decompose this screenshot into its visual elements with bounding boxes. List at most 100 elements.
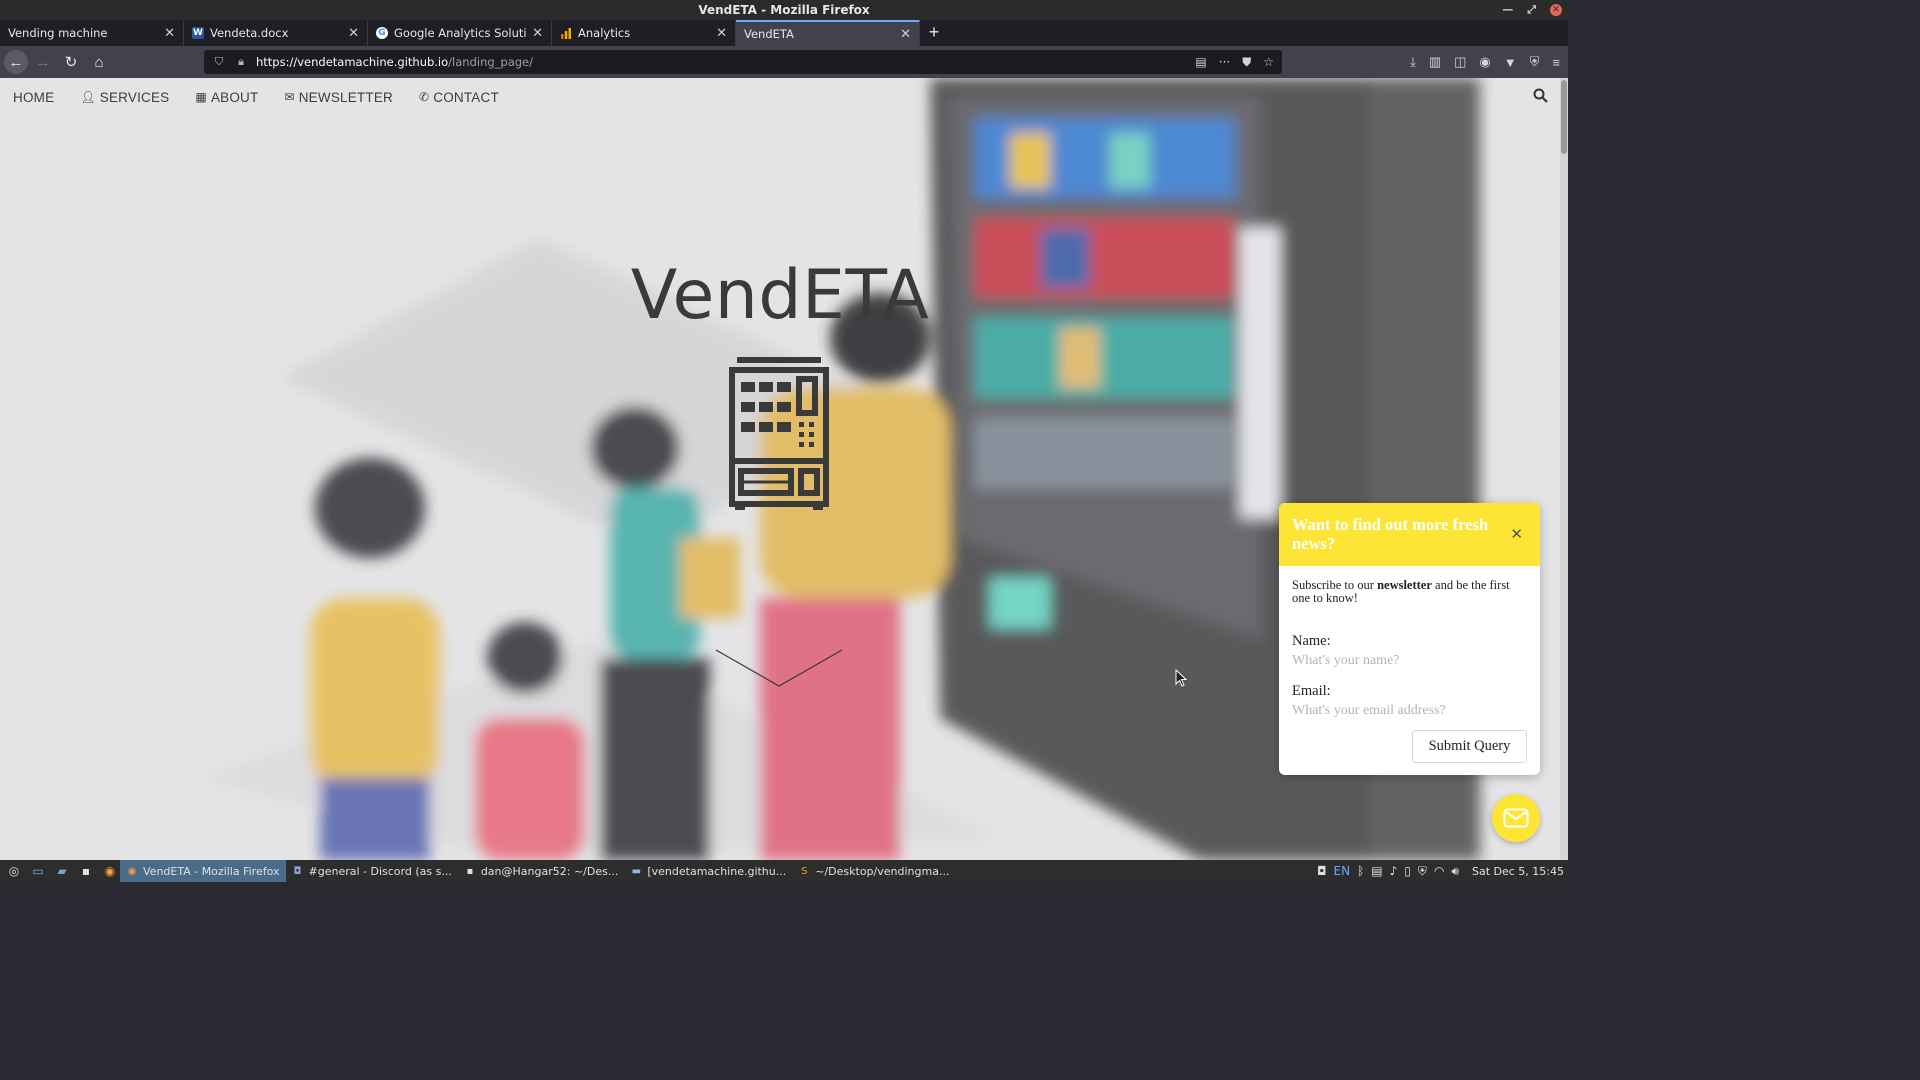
show-desktop-icon[interactable]: ▭ (28, 861, 48, 881)
back-icon[interactable]: ← (4, 50, 28, 74)
url-bar[interactable]: ⛉ 🔒︎ https://vendetamachine.github.io/la… (204, 50, 1282, 74)
minimize-icon[interactable]: — (1502, 0, 1513, 20)
new-tab-icon[interactable]: + (920, 20, 948, 46)
google-icon: G (376, 27, 388, 39)
submit-query-button[interactable]: Submit Query (1412, 730, 1527, 763)
close-window-icon[interactable]: ✕ (1550, 4, 1562, 16)
tab-analytics[interactable]: Analytics ✕ (552, 20, 736, 46)
nav-toolbar: ← → ↻ ⌂ ⛉ 🔒︎ https://vendetamachine.gith… (0, 46, 1568, 78)
volume-icon[interactable]: 🔊︎ (1451, 864, 1459, 879)
popup-heading: Want to find out more fresh news? (1279, 503, 1540, 566)
pocket-icon[interactable]: ⛊ (1242, 55, 1251, 70)
folder-icon: ▬ (631, 865, 642, 877)
site-navigation: HOME 👤︎ SERVICES ▦ ABOUT ✉ NEWSLETTER ✆ CONT… (0, 78, 1560, 116)
taskbar-task-firefox[interactable]: ◉ VendETA - Mozilla Firefox (120, 860, 286, 882)
sidebar-icon[interactable]: ◫ (1454, 54, 1466, 70)
phone-icon: ✆ (418, 90, 430, 104)
word-icon: W (192, 27, 204, 39)
tab-strip: Vending machine ✕ W Vendeta.docx ✕ G Goo… (0, 20, 1568, 46)
discord-tray-icon[interactable]: ◘ (1317, 864, 1327, 878)
tab-close-icon[interactable]: ✕ (164, 26, 175, 41)
battery-icon[interactable]: ▯ (1404, 864, 1411, 878)
newsletter-fab-button[interactable] (1492, 794, 1540, 842)
search-icon[interactable] (1533, 88, 1548, 107)
tab-label: VendETA (744, 27, 794, 41)
taskbar-task-discord[interactable]: ◘ #general - Discord (as s... (286, 860, 458, 882)
nav-services-link[interactable]: 👤︎ SERVICES (80, 90, 169, 105)
clipboard-icon[interactable]: ▤ (1371, 864, 1382, 878)
page-scrollbar[interactable] (1560, 78, 1568, 860)
tab-close-icon[interactable]: ✕ (716, 26, 727, 41)
bluetooth-icon[interactable]: ᛒ (1357, 864, 1364, 878)
start-menu-icon[interactable]: ◎ (4, 861, 24, 881)
terminal-icon[interactable]: ▪ (76, 861, 96, 881)
keyboard-layout-indicator[interactable]: EN (1334, 864, 1351, 878)
tab-close-icon[interactable]: ✕ (532, 26, 543, 41)
taskbar-task-editor[interactable]: S ~/Desktop/vendingma... (792, 860, 955, 882)
tab-google-analytics-solutions[interactable]: G Google Analytics Solutions ✕ (368, 20, 552, 46)
taskbar: ◎ ▭ ▰ ▪ ◉ ◉ VendETA - Mozilla Firefox ◘ … (0, 860, 1568, 882)
window-titlebar: VendETA - Mozilla Firefox — ⤢ ✕ (0, 0, 1568, 20)
clock[interactable]: Sat Dec 5, 15:45 (1472, 865, 1564, 878)
nav-home-link[interactable]: HOME (13, 90, 54, 105)
discord-icon: ◘ (293, 865, 302, 877)
web-page: HOME 👤︎ SERVICES ▦ ABOUT ✉ NEWSLETTER ✆ CONT… (0, 78, 1568, 860)
grid-icon: ▦ (195, 90, 207, 104)
email-input[interactable] (1292, 703, 1522, 719)
url-actions: ▤ ··· ⛊ ☆ (1195, 50, 1274, 74)
file-manager-icon[interactable]: ▰ (52, 861, 72, 881)
tab-label: Vending machine (8, 26, 108, 40)
window-title: VendETA - Mozilla Firefox (698, 3, 870, 17)
lock-icon[interactable]: 🔒︎ (234, 55, 248, 69)
analytics-icon (560, 27, 572, 39)
tab-label: Google Analytics Solutions (394, 26, 527, 40)
sublime-icon: S (801, 865, 808, 877)
name-input[interactable] (1292, 653, 1522, 669)
tab-label: Analytics (578, 26, 631, 40)
account-icon[interactable]: ◉ (1479, 54, 1490, 70)
tab-close-icon[interactable]: ✕ (348, 26, 359, 41)
popup-close-icon[interactable]: ✕ (1510, 525, 1523, 544)
page-actions-icon[interactable]: ··· (1219, 55, 1230, 69)
popup-description: Subscribe to our newsletter and be the f… (1292, 578, 1510, 605)
extension-shield-icon[interactable]: ⛨ (1530, 54, 1540, 70)
microphone-icon[interactable]: ♪ (1390, 864, 1398, 878)
system-tray: ◘ EN ᛒ ▤ ♪ ▯ ⛨ ◠ 🔊︎ Sat Dec 5, 15:45 (1317, 860, 1564, 882)
wifi-icon[interactable]: ◠ (1434, 864, 1444, 878)
nav-newsletter-link[interactable]: ✉ NEWSLETTER (284, 90, 393, 105)
downloads-icon[interactable]: ⤓ (1410, 54, 1416, 70)
shield-icon[interactable]: ⛨ (1418, 864, 1427, 879)
newsletter-popup: Want to find out more fresh news? ✕ Subs… (1279, 503, 1540, 775)
url-text[interactable]: https://vendetamachine.github.io/landing… (256, 55, 533, 69)
toolbar-right: ⤓ ▥ ◫ ◉ ▼ ⛨ ≡ (1410, 46, 1560, 78)
tracking-protection-icon[interactable]: ⛉ (212, 55, 226, 69)
firefox-launcher-icon[interactable]: ◉ (100, 861, 120, 881)
window-controls: — ⤢ ✕ (1502, 0, 1562, 20)
scroll-down-chevron-icon[interactable] (714, 646, 844, 690)
bookmark-star-icon[interactable]: ☆ (1263, 55, 1274, 69)
forward-icon[interactable]: → (30, 49, 56, 75)
restore-icon[interactable]: ⤢ (1527, 0, 1536, 20)
name-label: Name: (1292, 633, 1331, 649)
taskbar-task-folder[interactable]: ▬ [vendetamachine.githu... (624, 860, 792, 882)
taskbar-task-terminal[interactable]: ▪ dan@Hangar52: ~/Des... (458, 860, 625, 882)
tab-vending-machine[interactable]: Vending machine ✕ (0, 20, 184, 46)
library-icon[interactable]: ▥ (1429, 54, 1441, 70)
tab-label: Vendeta.docx (210, 26, 289, 40)
email-label: Email: (1292, 683, 1331, 699)
scrollbar-thumb[interactable] (1561, 80, 1567, 154)
vue-devtools-icon[interactable]: ▼ (1504, 55, 1517, 70)
nav-about-link[interactable]: ▦ ABOUT (195, 90, 258, 105)
tab-vendeta[interactable]: VendETA ✕ (736, 20, 920, 46)
menu-icon[interactable]: ≡ (1552, 55, 1560, 70)
nav-contact-link[interactable]: ✆ CONTACT (419, 90, 499, 105)
firefox-icon: ◉ (127, 865, 137, 877)
tab-close-icon[interactable]: ✕ (900, 27, 911, 42)
popup-body: Subscribe to our newsletter and be the f… (1279, 566, 1540, 719)
tab-vendeta-docx[interactable]: W Vendeta.docx ✕ (184, 20, 368, 46)
home-icon[interactable]: ⌂ (86, 49, 112, 75)
hero-title: VendETA (630, 256, 930, 335)
vending-machine-icon (727, 356, 831, 514)
reload-icon[interactable]: ↻ (58, 49, 84, 75)
reader-view-icon[interactable]: ▤ (1195, 55, 1206, 69)
